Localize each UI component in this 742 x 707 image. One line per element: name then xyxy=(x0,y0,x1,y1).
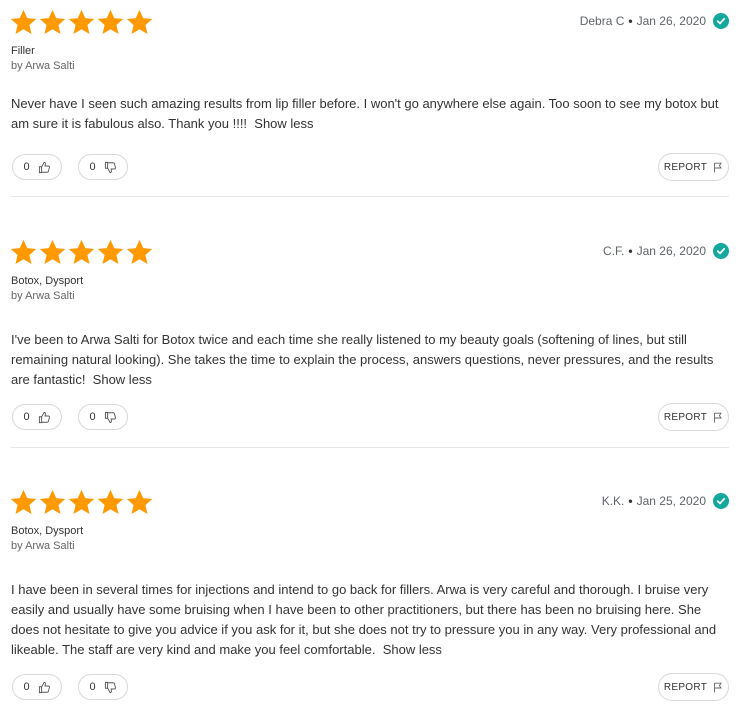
report-button[interactable]: REPORT xyxy=(658,403,729,431)
star-icon xyxy=(39,489,66,514)
unhelpful-button[interactable]: 0 xyxy=(78,404,128,430)
helpful-button[interactable]: 0 xyxy=(12,154,62,180)
unhelpful-button[interactable]: 0 xyxy=(78,154,128,180)
flag-icon xyxy=(713,682,723,693)
star-icon xyxy=(68,9,95,34)
review-body: I have been in several times for injecti… xyxy=(11,582,717,657)
provider-label: by Arwa Salti xyxy=(11,290,75,302)
review-date: Jan 25, 2020 xyxy=(636,494,706,508)
show-less-link[interactable]: Show less xyxy=(93,372,152,387)
review-card: C.F. • Jan 26, 2020 Botox, Dysport by Ar… xyxy=(0,238,742,438)
star-icon xyxy=(10,489,37,514)
star-icon xyxy=(97,489,124,514)
review-card: K.K. • Jan 25, 2020 Botox, Dysport by Ar… xyxy=(0,488,742,707)
treatment-label: Botox, Dysport xyxy=(11,275,84,287)
treatment-label: Botox, Dysport xyxy=(11,525,84,537)
report-label: REPORT xyxy=(663,411,708,423)
star-icon xyxy=(39,9,66,34)
star-icon xyxy=(126,9,153,34)
flag-icon xyxy=(713,162,723,173)
unhelpful-count: 0 xyxy=(89,681,96,693)
thumbs-down-icon xyxy=(104,681,116,693)
star-icon xyxy=(68,489,95,514)
review-author: C.F. xyxy=(603,244,625,258)
verified-check-icon xyxy=(713,13,729,29)
thumbs-up-icon xyxy=(38,411,50,423)
review-author: K.K. xyxy=(601,494,625,508)
star-icon xyxy=(10,239,37,264)
star-icon xyxy=(97,9,124,34)
helpful-count: 0 xyxy=(23,161,30,173)
star-icon xyxy=(126,239,153,264)
star-icon xyxy=(97,239,124,264)
review-meta: K.K. • Jan 25, 2020 xyxy=(602,493,729,509)
star-icon xyxy=(10,9,37,34)
review-date: Jan 26, 2020 xyxy=(636,14,706,28)
flag-icon xyxy=(713,412,723,423)
report-label: REPORT xyxy=(663,681,708,693)
review-card: Debra C • Jan 26, 2020 Filler by Arwa Sa… xyxy=(0,8,742,188)
treatment-label: Filler xyxy=(11,45,35,57)
helpful-button[interactable]: 0 xyxy=(12,674,62,700)
thumbs-down-icon xyxy=(104,411,116,423)
separator-dot: • xyxy=(628,244,633,258)
helpful-button[interactable]: 0 xyxy=(12,404,62,430)
star-icon xyxy=(39,239,66,264)
provider-label: by Arwa Salti xyxy=(11,540,75,552)
show-less-link[interactable]: Show less xyxy=(383,642,442,657)
verified-check-icon xyxy=(713,243,729,259)
thumbs-up-icon xyxy=(38,681,50,693)
star-icon xyxy=(68,239,95,264)
review-author: Debra C xyxy=(579,14,625,28)
review-body: Never have I seen such amazing results f… xyxy=(11,96,719,131)
star-rating xyxy=(9,238,154,268)
thumbs-up-icon xyxy=(38,161,50,173)
review-date: Jan 26, 2020 xyxy=(636,244,706,258)
star-rating xyxy=(9,488,154,518)
report-button[interactable]: REPORT xyxy=(658,153,729,181)
unhelpful-count: 0 xyxy=(89,411,96,423)
review-meta: Debra C • Jan 26, 2020 xyxy=(580,13,729,29)
report-label: REPORT xyxy=(663,161,708,173)
helpful-count: 0 xyxy=(23,411,30,423)
unhelpful-button[interactable]: 0 xyxy=(78,674,128,700)
unhelpful-count: 0 xyxy=(89,161,96,173)
review-divider xyxy=(11,447,729,448)
report-button[interactable]: REPORT xyxy=(658,673,729,701)
verified-check-icon xyxy=(713,493,729,509)
helpful-count: 0 xyxy=(23,681,30,693)
review-text: Never have I seen such amazing results f… xyxy=(11,94,731,134)
review-meta: C.F. • Jan 26, 2020 xyxy=(603,243,729,259)
review-divider xyxy=(11,196,729,197)
thumbs-down-icon xyxy=(104,161,116,173)
provider-label: by Arwa Salti xyxy=(11,60,75,72)
star-icon xyxy=(126,489,153,514)
review-text: I've been to Arwa Salti for Botox twice … xyxy=(11,330,733,390)
separator-dot: • xyxy=(628,14,633,28)
star-rating xyxy=(9,8,154,38)
separator-dot: • xyxy=(628,494,633,508)
review-text: I have been in several times for injecti… xyxy=(11,580,729,660)
show-less-link[interactable]: Show less xyxy=(254,116,313,131)
